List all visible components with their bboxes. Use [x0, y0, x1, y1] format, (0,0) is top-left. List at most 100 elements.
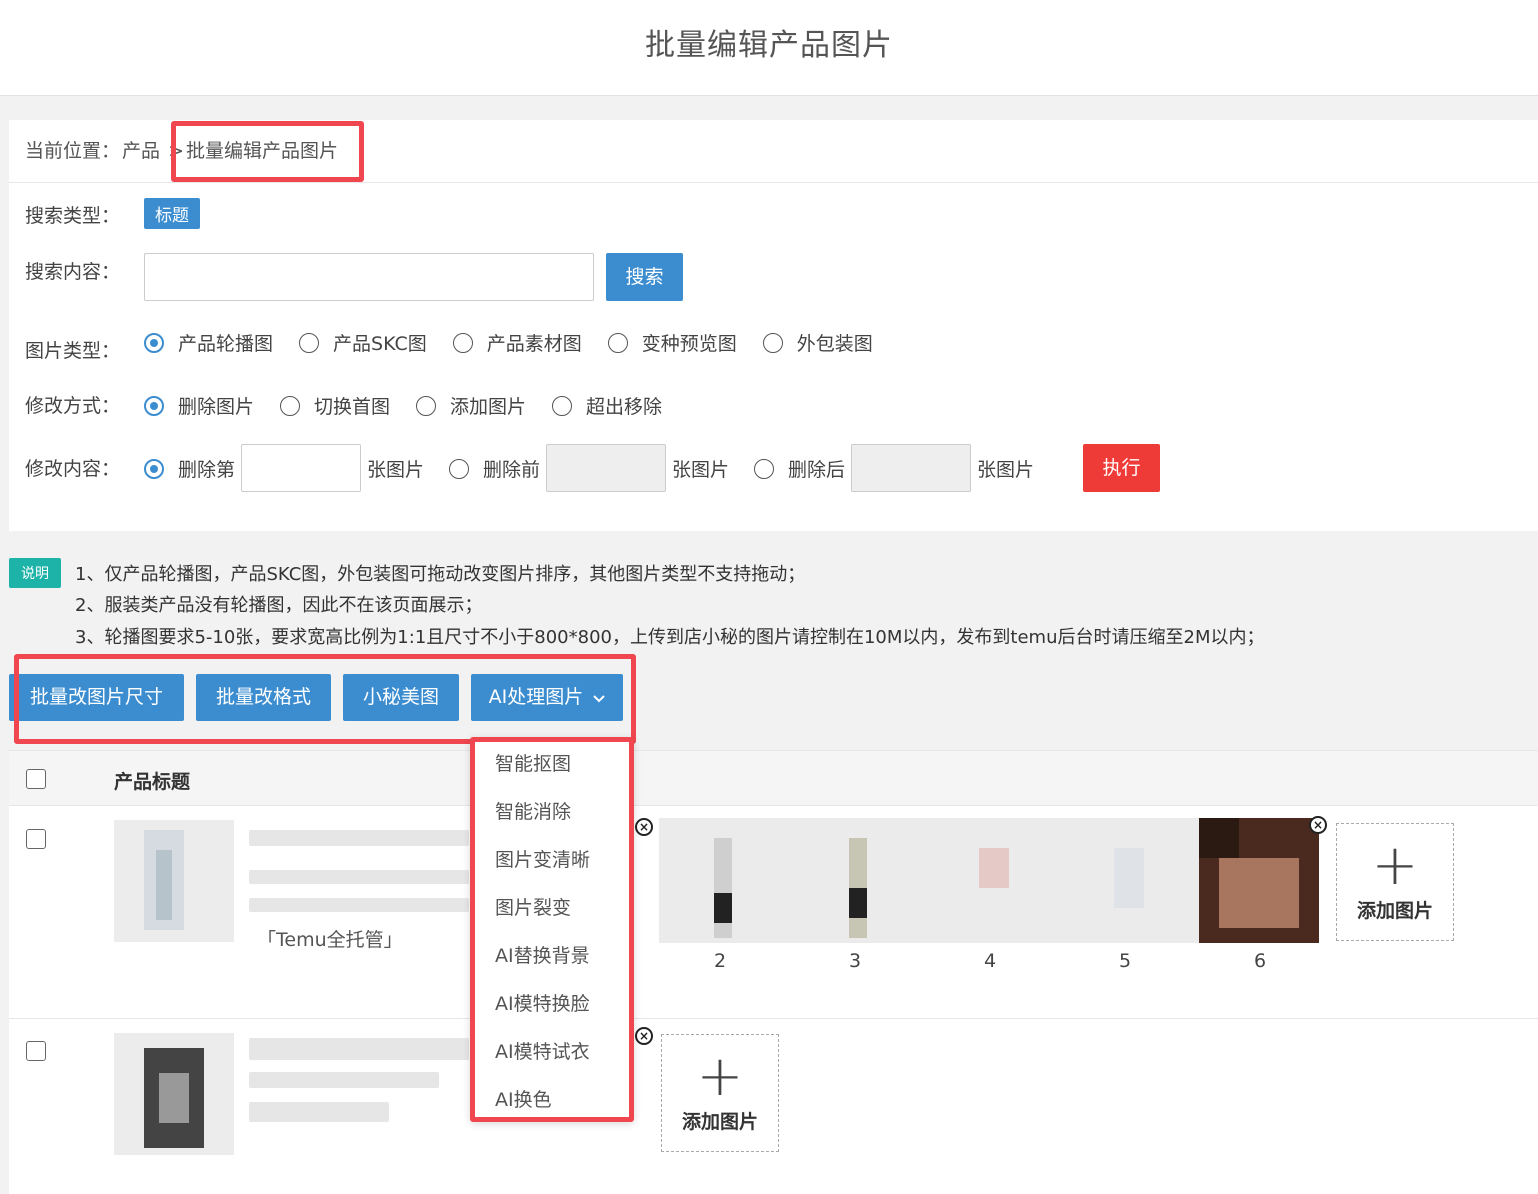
- image-type-option[interactable]: 产品SKC图: [299, 329, 427, 356]
- ai-process-dropdown: 智能抠图 智能消除 图片变清晰 图片裂变 AI替换背景 AI模特换脸 AI模特试…: [470, 737, 634, 1122]
- modify-content-opt2[interactable]: 删除前: [449, 455, 540, 482]
- image-number: 5: [1119, 950, 1132, 972]
- blurred-title: [249, 830, 469, 846]
- breadcrumb-prefix: 当前位置：: [25, 140, 121, 162]
- menu-item-fission[interactable]: 图片裂变: [495, 893, 571, 920]
- row-checkbox[interactable]: [26, 1041, 46, 1061]
- remove-image-icon[interactable]: ×: [1309, 816, 1327, 834]
- menu-item-ai-background[interactable]: AI替换背景: [495, 941, 590, 968]
- unit-label: 张图片: [367, 459, 425, 481]
- highlight-box-breadcrumb: [171, 121, 364, 182]
- select-all-checkbox[interactable]: [26, 769, 46, 789]
- search-button[interactable]: 搜索: [606, 253, 683, 301]
- note-line: 3、轮播图要求5-10张，要求宽高比例为1:1且尺寸不小于800*800，上传到…: [75, 627, 1265, 648]
- note-line: 1、仅产品轮播图，产品SKC图，外包装图可拖动改变图片排序，其他图片类型不支持拖…: [75, 564, 806, 585]
- add-image-button[interactable]: + 添加图片: [1336, 823, 1454, 941]
- plus-icon: +: [696, 1044, 744, 1109]
- delete-nth-input[interactable]: [241, 444, 361, 492]
- modify-content-opt3[interactable]: 删除后: [754, 455, 845, 482]
- modify-mode-option[interactable]: 删除图片: [144, 392, 254, 419]
- menu-item-enhance[interactable]: 图片变清晰: [495, 845, 590, 872]
- remove-image-icon[interactable]: ×: [635, 818, 653, 836]
- image-type-option[interactable]: 产品轮播图: [144, 329, 273, 356]
- modify-mode-label: 修改方式：: [25, 395, 121, 417]
- breadcrumb-parent[interactable]: 产品: [122, 140, 160, 162]
- image-type-option[interactable]: 变种预览图: [607, 329, 737, 356]
- radio-button[interactable]: [299, 332, 320, 353]
- note-line: 2、服装类产品没有轮播图，因此不在该页面展示；: [75, 595, 483, 616]
- menu-item-smart-cutout[interactable]: 智能抠图: [495, 749, 571, 776]
- product-image[interactable]: [1199, 818, 1319, 943]
- radio-button[interactable]: [762, 332, 783, 353]
- delete-first-input[interactable]: [546, 444, 666, 492]
- image-type-options: 产品轮播图 产品SKC图 产品素材图 变种预览图 外包装图: [144, 329, 899, 356]
- remove-image-icon[interactable]: ×: [635, 1027, 653, 1045]
- option-label: 删除第: [178, 459, 236, 481]
- page-title: 批量编辑产品图片: [645, 28, 893, 63]
- option-label: 删除后: [788, 459, 846, 481]
- image-type-option[interactable]: 外包装图: [762, 329, 873, 356]
- radio-button[interactable]: [144, 332, 164, 353]
- menu-item-ai-try-on[interactable]: AI模特试衣: [495, 1037, 590, 1064]
- modify-content-opt1[interactable]: 删除第: [144, 455, 235, 482]
- modify-mode-option[interactable]: 超出移除: [552, 392, 662, 419]
- radio-button[interactable]: [280, 395, 301, 416]
- image-type-option[interactable]: 产品素材图: [452, 329, 582, 356]
- page-title-bar: 批量编辑产品图片: [0, 0, 1538, 96]
- option-label: 添加图片: [450, 396, 527, 418]
- blurred-title: [249, 898, 469, 912]
- product-tag: 「Temu全托管」: [257, 929, 403, 951]
- modify-mode-option[interactable]: 切换首图: [280, 392, 390, 419]
- image-number: 3: [849, 950, 862, 972]
- option-label: 产品轮播图: [178, 333, 274, 355]
- modify-mode-option[interactable]: 添加图片: [416, 392, 526, 419]
- radio-button[interactable]: [607, 332, 628, 353]
- radio-button[interactable]: [144, 395, 164, 416]
- product-thumbnail[interactable]: [114, 1033, 234, 1155]
- radio-button[interactable]: [449, 458, 469, 479]
- delete-last-input[interactable]: [851, 444, 971, 492]
- image-type-label: 图片类型：: [25, 340, 121, 362]
- blurred-title: [249, 1072, 439, 1088]
- menu-item-ai-face-swap[interactable]: AI模特换脸: [495, 989, 590, 1016]
- plus-icon: +: [1371, 833, 1419, 898]
- product-image[interactable]: [794, 818, 929, 943]
- image-number: 4: [984, 950, 997, 972]
- highlight-box-toolbar: [14, 654, 636, 744]
- execute-button[interactable]: 执行: [1083, 444, 1160, 492]
- radio-button[interactable]: [452, 332, 473, 353]
- option-label: 外包装图: [796, 333, 873, 355]
- note-tag: 说明: [9, 558, 61, 588]
- menu-item-smart-erase[interactable]: 智能消除: [495, 797, 571, 824]
- option-label: 变种预览图: [641, 333, 737, 355]
- image-number: 6: [1254, 950, 1267, 972]
- search-input[interactable]: [144, 253, 594, 301]
- radio-button[interactable]: [416, 395, 437, 416]
- option-label: 产品SKC图: [333, 333, 427, 355]
- option-label: 删除图片: [178, 396, 255, 418]
- modify-content-label: 修改内容：: [25, 458, 121, 480]
- radio-button[interactable]: [144, 458, 164, 479]
- option-label: 切换首图: [314, 396, 391, 418]
- unit-label: 张图片: [672, 459, 730, 481]
- product-image[interactable]: [929, 818, 1064, 943]
- row-checkbox[interactable]: [26, 829, 46, 849]
- product-image[interactable]: [1064, 818, 1199, 943]
- option-label: 超出移除: [586, 396, 663, 418]
- modify-mode-options: 删除图片 切换首图 添加图片 超出移除: [144, 392, 688, 419]
- divider: [9, 182, 1538, 183]
- search-type-badge[interactable]: 标题: [144, 198, 200, 229]
- menu-item-ai-recolor[interactable]: AI换色: [495, 1085, 552, 1112]
- radio-button[interactable]: [754, 458, 774, 479]
- product-thumbnail[interactable]: [114, 820, 234, 942]
- option-label: 产品素材图: [486, 333, 582, 355]
- blurred-title: [249, 1102, 389, 1122]
- blurred-title: [249, 1038, 469, 1060]
- radio-button[interactable]: [552, 395, 573, 416]
- search-content-label: 搜索内容：: [25, 261, 121, 283]
- table-header: 产品标题: [9, 750, 1538, 806]
- product-table: 产品标题 「Temu全托管」 × × 2 3 4 5 6 + 添加图片 × + …: [9, 750, 1538, 1194]
- add-image-button[interactable]: + 添加图片: [661, 1034, 779, 1152]
- product-image[interactable]: [659, 818, 794, 943]
- image-number: 2: [714, 950, 727, 972]
